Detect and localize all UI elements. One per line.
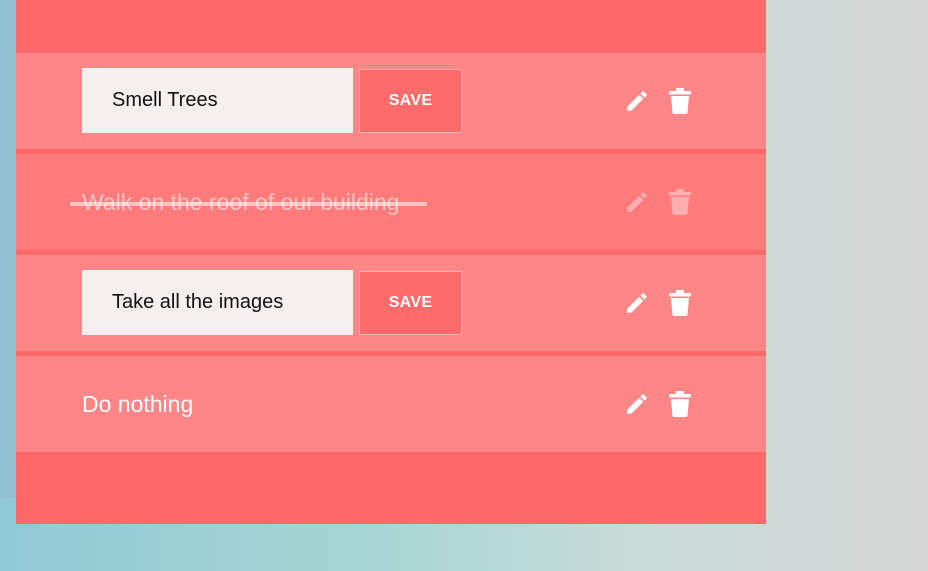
edit-button[interactable] [623, 87, 651, 115]
save-button[interactable]: SAVE [359, 69, 462, 133]
background-strip [0, 0, 16, 498]
pencil-icon [624, 391, 650, 417]
todo-edit-input[interactable] [82, 270, 353, 335]
edit-button[interactable] [623, 390, 651, 418]
todo-edit-input[interactable] [82, 68, 353, 133]
edit-button[interactable] [623, 188, 651, 216]
todo-row-editing: SAVE [16, 53, 766, 149]
trash-icon [669, 189, 691, 215]
todo-row-editing: SAVE [16, 255, 766, 351]
todo-row: Do nothing [16, 356, 766, 452]
todo-card: SAVE Walk on the roof of our building [16, 0, 766, 524]
delete-button[interactable] [666, 289, 694, 317]
delete-button[interactable] [666, 188, 694, 216]
save-button[interactable]: SAVE [359, 271, 462, 335]
edit-button[interactable] [623, 289, 651, 317]
delete-button[interactable] [666, 390, 694, 418]
todo-row-completed: Walk on the roof of our building [16, 154, 766, 250]
pencil-icon [624, 189, 650, 215]
delete-button[interactable] [666, 87, 694, 115]
trash-icon [669, 391, 691, 417]
strikethrough-line [70, 202, 427, 206]
trash-icon [669, 88, 691, 114]
trash-icon [669, 290, 691, 316]
todo-text[interactable]: Do nothing [82, 356, 193, 452]
pencil-icon [624, 88, 650, 114]
pencil-icon [624, 290, 650, 316]
